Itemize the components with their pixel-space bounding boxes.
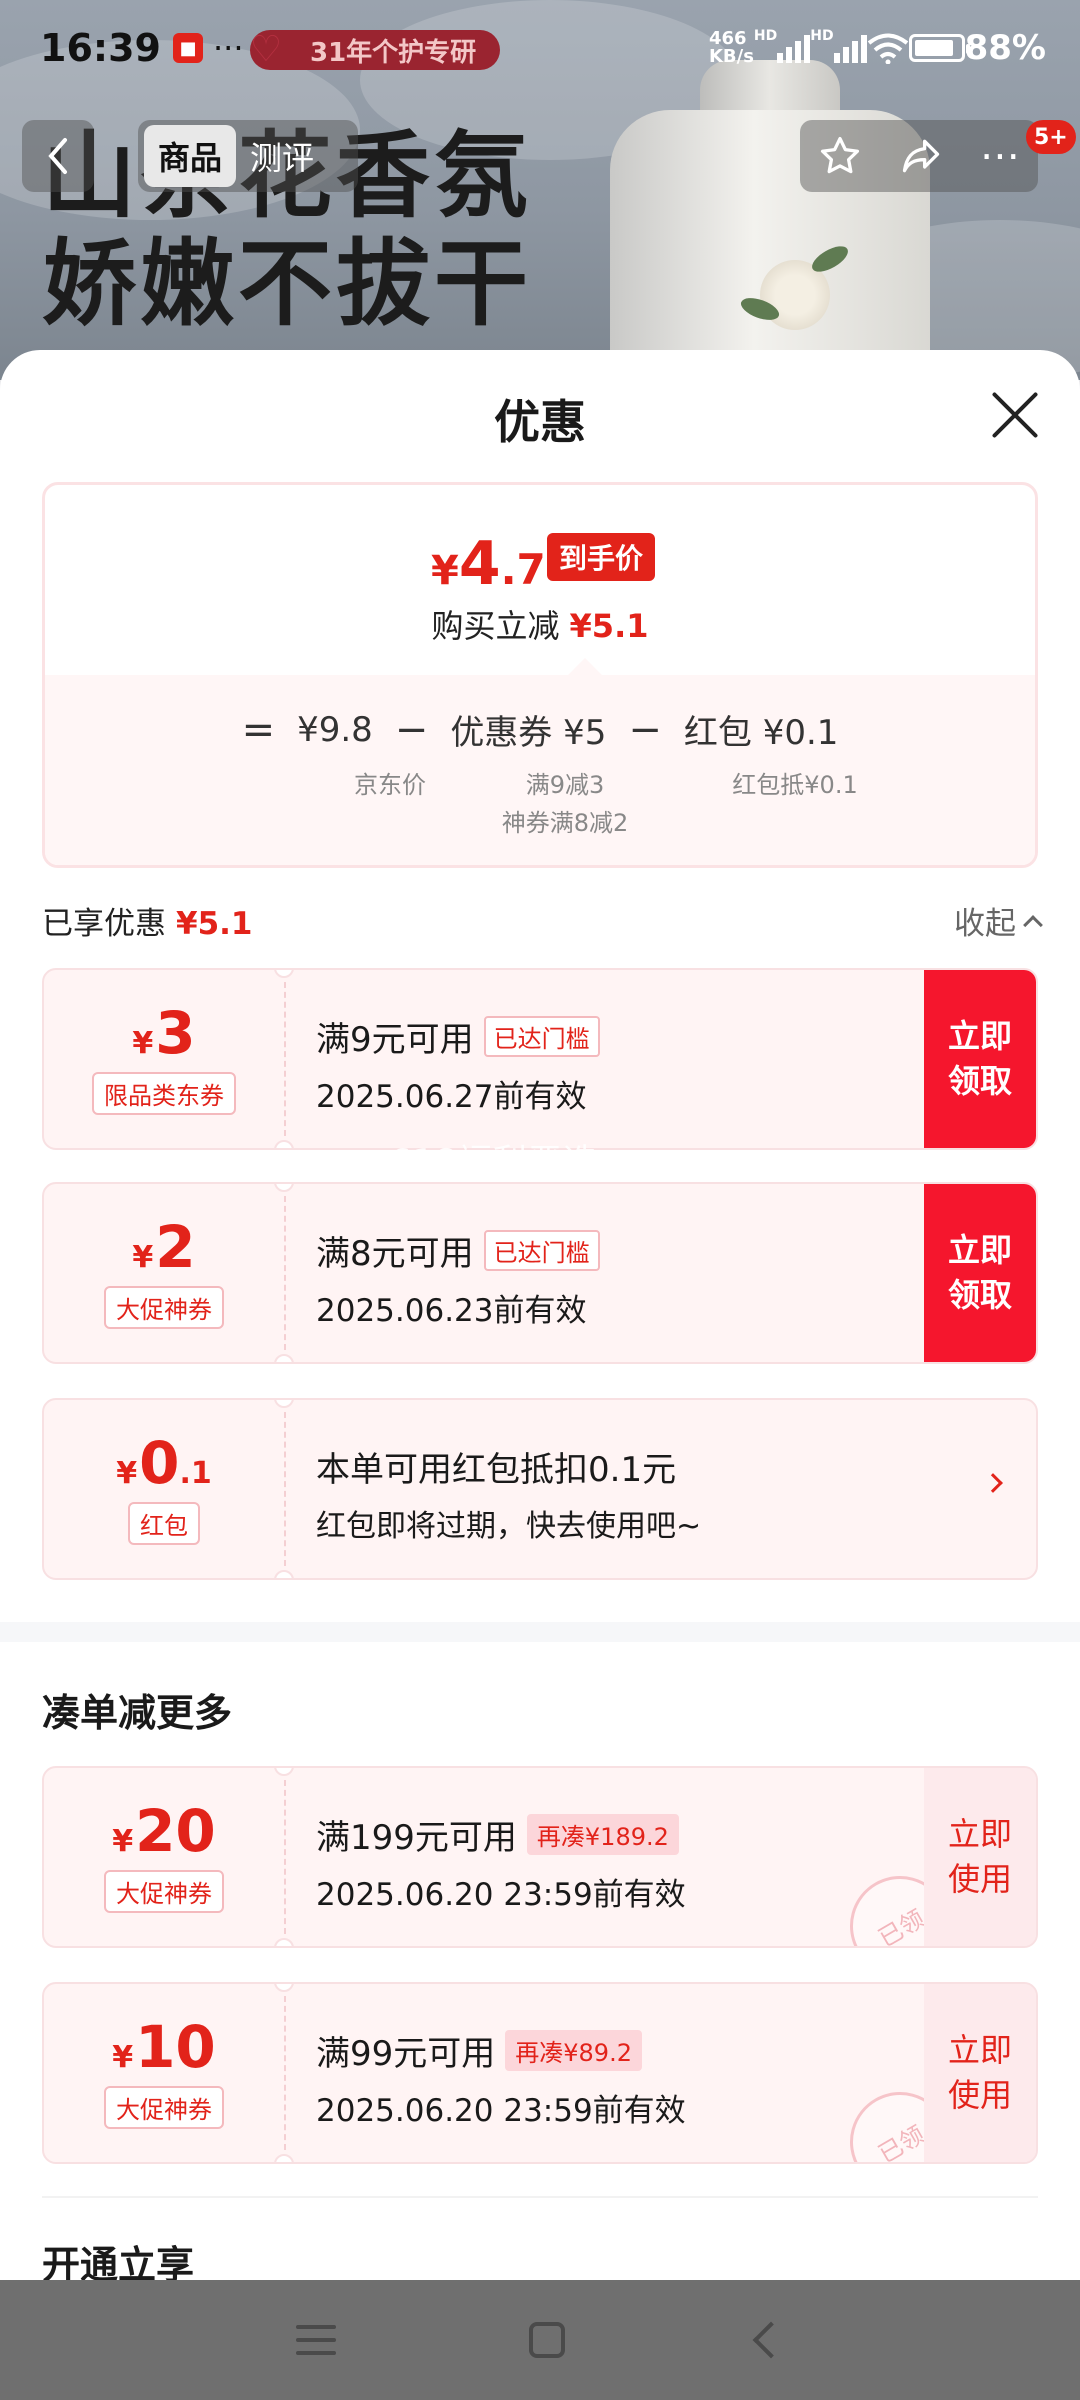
- battery-icon: [908, 34, 970, 62]
- coupon-sub-2: 神券满8减2: [501, 809, 629, 837]
- price-breakdown: = ¥9.8 − 优惠券 ¥5 − 红包 ¥0.1 京东价 满9减3 神券满8减…: [45, 675, 1035, 865]
- price-summary-card: ¥4.7 到手价 购买立减 ¥5.1 = ¥9.8 − 优惠券 ¥5 − 红包 ¥…: [42, 482, 1038, 868]
- battery-percent: 88%: [964, 28, 1046, 68]
- tab-review[interactable]: 测评: [236, 125, 328, 187]
- watermark-text: 618福利严选: [390, 1142, 598, 1182]
- coupon-deduction: 优惠券 ¥5: [450, 713, 607, 753]
- coupon-condition: 本单可用红包抵扣0.1元: [316, 1450, 677, 1490]
- coupon-kind: 大促神券: [104, 2085, 224, 2129]
- coupon-amount: ¥2: [132, 1212, 196, 1281]
- instant-discount-line: 购买立减 ¥5.1: [431, 607, 649, 645]
- use-coupon-button[interactable]: 立即 使用: [924, 1984, 1036, 2162]
- network-speed: 466 KB/s: [708, 28, 754, 67]
- upsell-coupon-card: ¥10 大促神券 满99元可用 再凑¥89.2 2025.06.20 23:59前…: [42, 1982, 1038, 2164]
- sheet-title: 优惠: [494, 395, 586, 449]
- more-icon[interactable]: ⋯: [980, 136, 1020, 176]
- chevron-up-icon: [1023, 914, 1043, 935]
- remaining-amount-tag: 再凑¥89.2: [505, 2030, 642, 2071]
- notification-badge: 5+: [1026, 120, 1076, 154]
- hero-headline-2: 娇嫩不拔干: [42, 230, 533, 339]
- coupon-sub-1: 满9减3: [525, 771, 605, 799]
- use-coupon-button[interactable]: 立即 使用: [924, 1768, 1036, 1946]
- coupon-amount: ¥20: [112, 1796, 216, 1865]
- chevron-right-icon: [983, 1473, 1003, 1493]
- coupon-condition: 满99元可用: [316, 2034, 496, 2074]
- close-button[interactable]: [990, 390, 1040, 440]
- final-price-tag: 到手价: [547, 533, 656, 581]
- threshold-met-tag: 已达门槛: [483, 1230, 600, 1271]
- remaining-amount-tag: 再凑¥189.2: [526, 1814, 679, 1855]
- notification-app-icon: ■: [172, 33, 203, 63]
- coupon-condition: 满199元可用: [316, 1818, 517, 1858]
- coupon-condition: 满8元可用: [316, 1234, 474, 1274]
- jd-price: ¥9.8: [297, 709, 373, 750]
- coupon-amount: ¥10: [112, 2012, 216, 2081]
- hongbao-deduction: 红包 ¥0.1: [683, 713, 839, 753]
- hongbao-sub: 红包抵¥0.1: [732, 771, 858, 799]
- coupon-validity: 红包即将过期，快去使用吧~: [316, 1509, 702, 1544]
- coupon-validity: 2025.06.20 23:59前有效: [316, 2093, 686, 2129]
- equals-sign: =: [241, 706, 276, 753]
- red-packet-card[interactable]: ¥0.1 红包 本单可用红包抵扣0.1元 红包即将过期，快去使用吧~: [42, 1398, 1038, 1580]
- heart-icon: ♡: [249, 29, 283, 70]
- back-button[interactable]: [22, 120, 94, 192]
- coupon-condition: 满9元可用: [316, 1020, 474, 1060]
- system-navigation-bar: [0, 2280, 1080, 2400]
- status-right-cluster: 466 KB/s HD HD 88%: [709, 28, 1046, 68]
- menu-icon[interactable]: [296, 2325, 337, 2355]
- hd-indicator-1: HD: [753, 28, 778, 44]
- coupon-kind: 大促神券: [104, 1869, 224, 1913]
- signal-icon-2: [833, 33, 867, 63]
- signal-icon: [777, 33, 811, 63]
- status-time: 16:39: [40, 26, 161, 70]
- membership-section-title: 开通立享: [42, 2243, 195, 2280]
- claim-coupon-button[interactable]: 立即 领取: [924, 970, 1036, 1148]
- coupon-card: ¥2 大促神券 满8元可用 已达门槛 2025.06.23前有效 立即 领取: [42, 1182, 1038, 1364]
- collapse-button[interactable]: 收起: [954, 898, 1043, 943]
- tab-product[interactable]: 商品: [144, 125, 237, 187]
- final-price: ¥4.7: [431, 529, 546, 599]
- upsell-coupon-card: ¥20 大促神券 满199元可用 再凑¥189.2 2025.06.20 23:5…: [42, 1766, 1038, 1948]
- coupon-kind: 大促神券: [104, 1285, 224, 1329]
- share-icon[interactable]: [898, 134, 944, 178]
- page-tabs: 商品 测评: [138, 120, 358, 192]
- minus-sign: −: [394, 706, 429, 753]
- more-deals-title: 凑单减更多: [42, 1691, 233, 1735]
- coupon-validity: 2025.06.27前有效: [316, 1079, 587, 1115]
- home-icon[interactable]: [528, 2322, 565, 2358]
- back-icon: [48, 138, 67, 174]
- coupon-validity: 2025.06.20 23:59前有效: [316, 1877, 686, 1913]
- threshold-met-tag: 已达门槛: [483, 1016, 600, 1057]
- page-actions: ⋯: [800, 120, 1038, 192]
- star-icon[interactable]: [818, 134, 862, 178]
- coupon-kind: 限品类东券: [92, 1071, 236, 1115]
- system-back-icon[interactable]: [752, 2321, 790, 2359]
- jd-price-label: 京东价: [354, 771, 426, 799]
- minus-sign: −: [628, 706, 662, 753]
- coupon-card: ¥3 限品类东券 满9元可用 已达门槛 2025.06.27前有效 立即 领取: [42, 968, 1038, 1150]
- wifi-icon: [867, 33, 908, 64]
- discount-bottom-sheet: 优惠 ¥4.7 到手价 购买立减 ¥5.1 = ¥9.8 − 优惠券 ¥5 − 红…: [0, 350, 1080, 2280]
- enjoyed-discount: 已享优惠 ¥5.1: [42, 906, 253, 942]
- coupon-amount: ¥0.1: [116, 1428, 212, 1497]
- coupon-kind: 红包: [128, 1501, 200, 1545]
- coupon-validity: 2025.06.23前有效: [316, 1293, 587, 1329]
- status-more-dots: ···: [212, 29, 244, 67]
- hd-indicator-2: HD: [810, 28, 834, 44]
- coupon-amount: ¥3: [132, 998, 196, 1067]
- claim-coupon-button[interactable]: 立即 领取: [924, 1184, 1036, 1362]
